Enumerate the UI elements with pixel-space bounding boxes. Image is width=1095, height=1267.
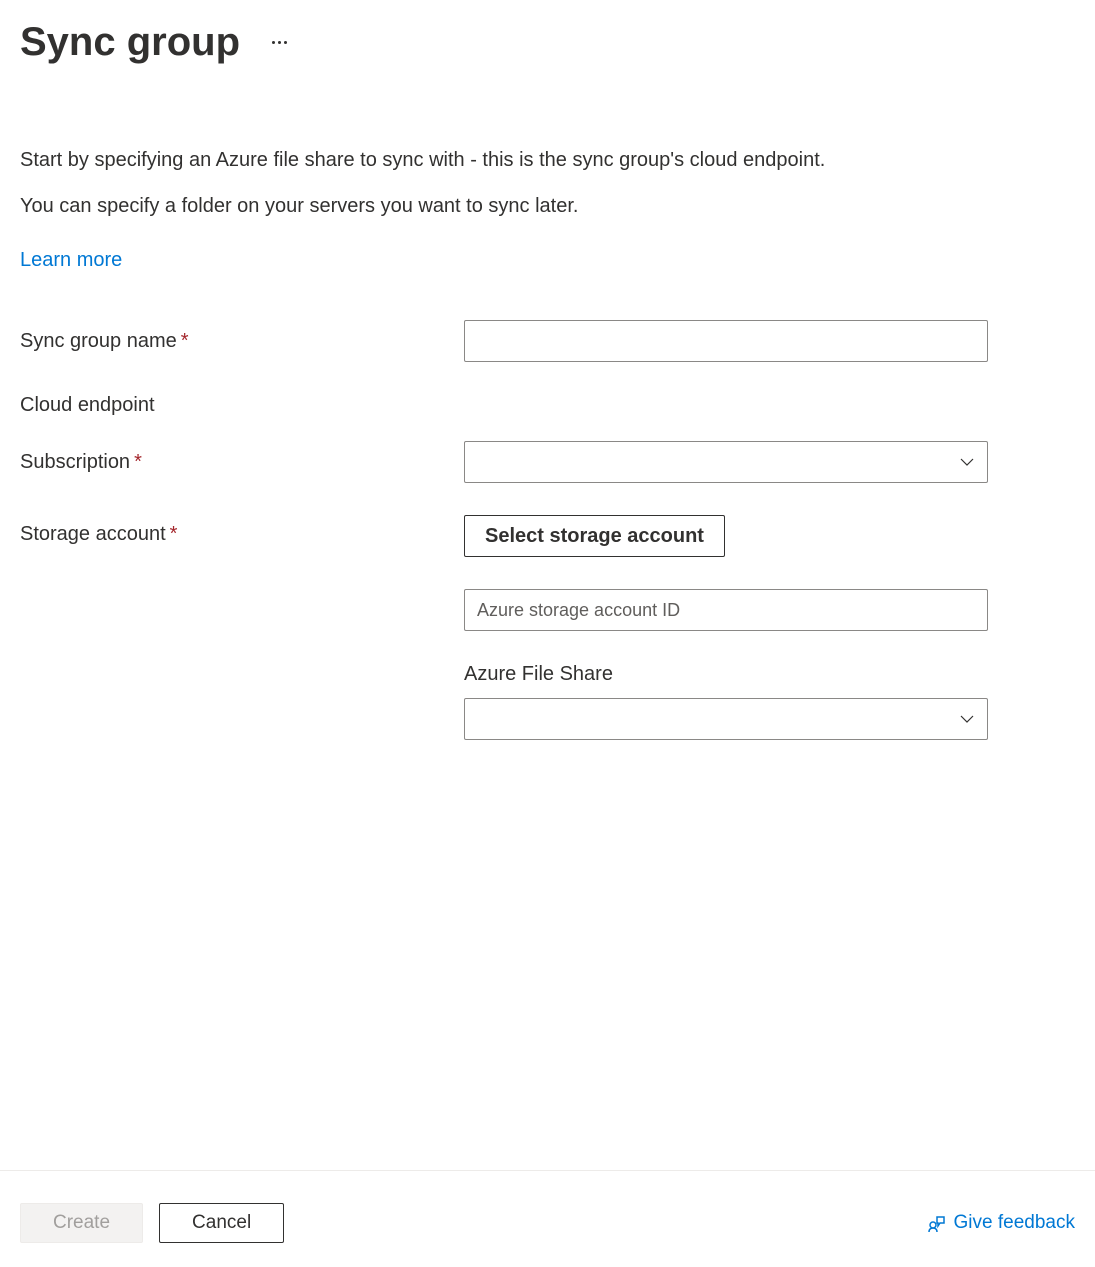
footer-bar: Create Cancel Give feedback	[0, 1170, 1095, 1267]
cloud-endpoint-heading: Cloud endpoint	[20, 394, 1075, 417]
description-line-2: You can specify a folder on your servers…	[20, 191, 1075, 221]
sync-group-name-input[interactable]	[464, 320, 988, 362]
chevron-down-icon	[959, 454, 975, 470]
select-storage-account-button[interactable]: Select storage account	[464, 515, 725, 557]
page-title: Sync group	[20, 20, 240, 65]
chevron-down-icon	[959, 711, 975, 727]
cancel-button[interactable]: Cancel	[159, 1203, 284, 1243]
azure-file-share-label: Azure File Share	[464, 663, 988, 686]
required-indicator: *	[181, 330, 189, 352]
required-indicator: *	[134, 451, 142, 473]
more-options-icon[interactable]	[264, 33, 295, 52]
sync-group-name-label: Sync group name*	[20, 330, 464, 353]
create-button[interactable]: Create	[20, 1203, 143, 1243]
feedback-icon	[926, 1213, 946, 1233]
description-line-1: Start by specifying an Azure file share …	[20, 145, 1075, 175]
subscription-select[interactable]	[464, 441, 988, 483]
azure-file-share-select[interactable]	[464, 698, 988, 740]
give-feedback-link[interactable]: Give feedback	[926, 1212, 1075, 1234]
storage-account-id-input[interactable]	[464, 589, 988, 631]
learn-more-link[interactable]: Learn more	[20, 249, 122, 272]
storage-account-label: Storage account*	[20, 515, 464, 546]
subscription-label: Subscription*	[20, 451, 464, 474]
required-indicator: *	[170, 523, 178, 545]
